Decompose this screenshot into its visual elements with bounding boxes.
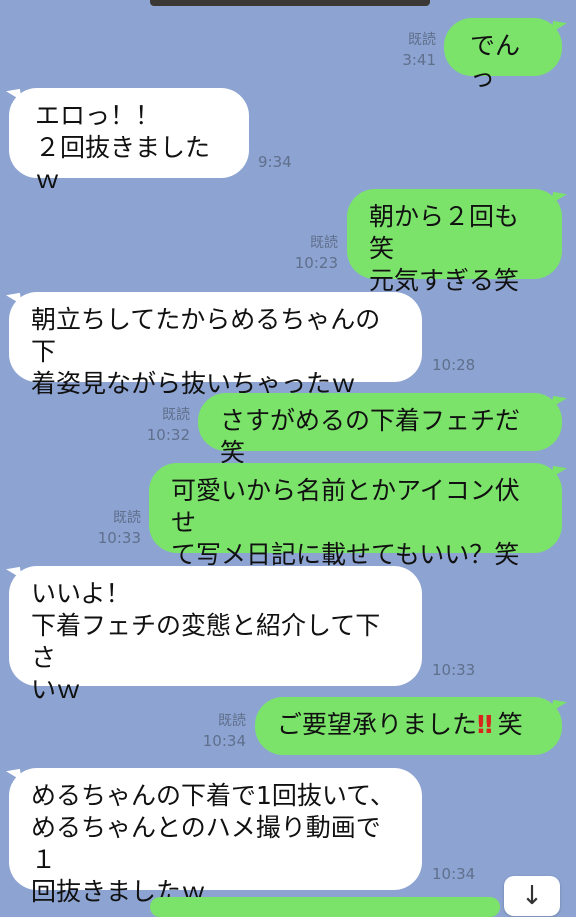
message-bubble[interactable]: めるちゃんの下着で1回抜いて、 めるちゃんとのハメ撮り動画で１ 回抜きましたｗ — [9, 768, 422, 906]
message-bubble[interactable]: ご要望承りました‼ 笑 — [255, 697, 562, 755]
message-time: 10:34 — [432, 865, 476, 883]
read-receipt: 既読 — [113, 510, 141, 526]
message-bubble[interactable]: 朝から２回も笑 元気すぎる笑 — [347, 189, 562, 295]
message-bubble[interactable]: 朝立ちしてたからめるちゃんの下 着姿見ながら抜いちゃったｗ — [9, 292, 422, 398]
message-time: 10:28 — [432, 356, 476, 374]
read-receipt: 既読 — [310, 235, 338, 251]
message-meta: 既読 3:41 — [396, 30, 436, 70]
message-time: 10:33 — [432, 661, 476, 679]
message-bubble[interactable]: でんっ — [444, 18, 562, 92]
message-meta: 既読 10:33 — [95, 508, 141, 548]
message-text: ご要望承りました — [277, 710, 478, 739]
message-bubble[interactable]: さすがめるの下着フェチだ笑 — [198, 393, 562, 467]
message-time: 10:32 — [146, 426, 190, 444]
double-exclamation-emoji: ‼ — [477, 710, 493, 739]
message-bubble[interactable]: 可愛いから名前とかアイコン伏せ て写メ日記に載せてもいい？笑 — [149, 463, 562, 569]
message-meta: 既読 10:34 — [200, 711, 246, 751]
read-receipt: 既読 — [408, 32, 436, 48]
message-time: 10:34 — [202, 732, 246, 750]
message-text-suffix: 笑 — [497, 710, 523, 739]
message-time: 10:33 — [97, 529, 141, 547]
message-meta: 既読 10:32 — [144, 405, 190, 445]
message-bubble[interactable]: エロっ！！ ２回抜きましたｗ — [9, 88, 249, 194]
read-receipt: 既読 — [162, 407, 190, 423]
message-time: 10:23 — [294, 254, 338, 272]
chat-area[interactable]: 既読 3:41 でんっ エロっ！！ ２回抜きましたｗ 9:34 既読 10:23… — [0, 0, 576, 917]
message-time: 9:34 — [258, 153, 292, 171]
message-bubble[interactable]: いいよ！ 下着フェチの変態と紹介して下さ いｗ — [9, 566, 422, 704]
down-arrow-icon: ↓ — [521, 881, 543, 911]
message-meta: 既読 10:23 — [292, 233, 338, 273]
scroll-down-button[interactable]: ↓ — [504, 876, 560, 916]
message-time: 3:41 — [402, 51, 436, 69]
next-message-bubble-partial — [150, 897, 500, 917]
read-receipt: 既読 — [218, 713, 246, 729]
